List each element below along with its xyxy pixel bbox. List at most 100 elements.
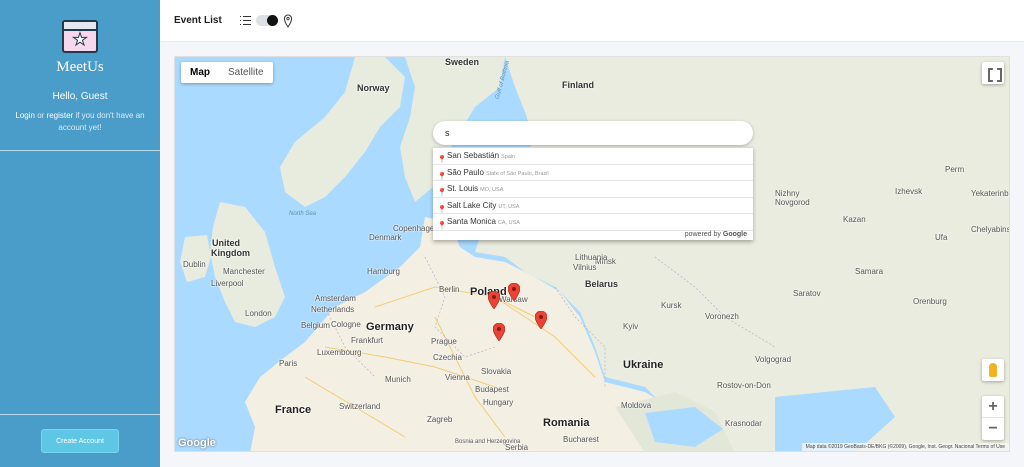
suggestion-item[interactable]: 📍 São Paulo State of São Paulo, Brazil — [433, 165, 753, 181]
label-liverpool: Liverpool — [211, 279, 244, 288]
suggestion-item[interactable]: 📍 San Sebastián Spain — [433, 148, 753, 165]
label-voronezh: Voronezh — [705, 312, 739, 321]
register-link[interactable]: register — [47, 111, 74, 120]
label-germany: Germany — [366, 321, 414, 333]
suggestion-item[interactable]: 📍 Salt Lake City UT, USA — [433, 198, 753, 214]
label-serbia: Serbia — [505, 443, 529, 452]
suggestion-main: Santa Monica — [447, 217, 496, 226]
street-view-pegman-icon[interactable] — [982, 359, 1004, 381]
label-cologne: Cologne — [331, 320, 361, 329]
label-samara: Samara — [855, 267, 884, 276]
suggestion-secondary: UT, USA — [498, 203, 520, 210]
label-london: London — [245, 309, 272, 318]
label-kazan: Kazan — [843, 215, 866, 224]
view-toggle[interactable] — [256, 15, 278, 26]
label-czechia: Czechia — [433, 353, 462, 362]
label-hungary: Hungary — [483, 398, 514, 407]
page-title: Event List — [174, 15, 222, 26]
suggestion-main: Salt Lake City — [447, 200, 497, 210]
suggestion-secondary: State of São Paulo, Brazil — [485, 170, 549, 177]
fullscreen-icon[interactable] — [982, 62, 1004, 84]
zoom-out-button[interactable]: − — [982, 418, 1004, 440]
location-search-input[interactable]: s — [433, 121, 753, 145]
label-budapest: Budapest — [475, 385, 509, 394]
auth-or-text: or — [34, 111, 47, 120]
label-izhevsk: Izhevsk — [895, 187, 923, 196]
label-vilnius: Vilnius — [573, 263, 597, 272]
label-switzerland: Switzerland — [339, 402, 381, 411]
sidebar: ★ MeetUs Hello, Guest Login or register … — [0, 0, 160, 467]
label-moldova: Moldova — [621, 401, 652, 410]
suggestion-main: San Sebastián — [447, 151, 500, 160]
label-dublin: Dublin — [183, 260, 206, 269]
label-kyiv: Kyiv — [623, 322, 639, 331]
zoom-control: + − — [982, 396, 1004, 440]
label-ukraine: Ukraine — [623, 359, 664, 371]
label-norway: Norway — [357, 83, 390, 93]
label-slovakia: Slovakia — [481, 367, 512, 376]
suggestion-main: São Paulo — [447, 167, 484, 177]
calendar-star-logo-icon: ★ — [62, 20, 98, 53]
event-marker[interactable] — [493, 323, 505, 341]
create-account-button[interactable]: Create Account — [41, 429, 119, 453]
map-tab[interactable]: Map — [181, 62, 219, 83]
login-link[interactable]: Login — [15, 111, 35, 120]
label-belarus: Belarus — [585, 279, 619, 289]
label-munich: Munich — [385, 375, 411, 384]
label-perm: Perm — [945, 165, 965, 174]
greeting: Hello, Guest — [52, 91, 108, 102]
label-finland: Finland — [562, 80, 594, 90]
label-saratov: Saratov — [793, 289, 821, 298]
satellite-tab[interactable]: Satellite — [219, 62, 273, 83]
suggestion-item[interactable]: 📍 Santa Monica CA, USA — [433, 214, 753, 231]
label-sweden: Sweden — [445, 57, 480, 67]
label-ufa: Ufa — [935, 233, 948, 242]
auth-prompt: Login or register if you don't have an a… — [10, 110, 150, 134]
label-nizhny-novgorod: Nizhny Novgorod — [775, 189, 810, 207]
label-zagreb: Zagreb — [427, 415, 453, 424]
suggestion-item[interactable]: 📍 St. Louis MO, USA — [433, 181, 753, 198]
label-frankfurt: Frankfurt — [351, 336, 384, 345]
suggestion-secondary: MO, USA — [480, 187, 504, 193]
zoom-in-button[interactable]: + — [982, 396, 1004, 418]
list-view-icon[interactable] — [240, 16, 251, 25]
suggestion-secondary: Spain — [501, 154, 516, 160]
toggle-knob — [267, 15, 278, 26]
autocomplete-dropdown: 📍 San Sebastián Spain 📍 São Paulo State of S… — [433, 147, 753, 240]
label-vienna: Vienna — [445, 373, 470, 382]
label-prague: Prague — [431, 337, 457, 346]
event-marker[interactable] — [488, 291, 500, 309]
powered-by-google: powered by Google — [685, 231, 747, 238]
label-orenburg: Orenburg — [913, 297, 947, 306]
label-belgium: Belgium — [301, 321, 330, 330]
map-type-control: Map Satellite — [181, 62, 273, 83]
label-berlin: Berlin — [439, 285, 460, 294]
map-canvas[interactable]: Sweden Norway Finland North Sea Gulf of … — [174, 56, 1010, 452]
sidebar-divider-bottom — [0, 414, 160, 415]
label-volgograd: Volgograd — [755, 355, 792, 364]
event-marker[interactable] — [535, 311, 547, 329]
label-luxembourg: Luxembourg — [317, 348, 362, 357]
brand-name: MeetUs — [56, 59, 104, 75]
powered-by-text: powered by — [684, 231, 721, 238]
label-krasnodar: Krasnodar — [725, 419, 762, 428]
map-copyright[interactable]: Map data ©2019 GeoBasis-DE/BKG (©2009), … — [801, 443, 1009, 451]
label-kursk: Kursk — [661, 301, 682, 310]
label-hamburg: Hamburg — [367, 267, 400, 276]
label-lithuania: Lithuania — [575, 253, 608, 262]
label-amsterdam: Amsterdam — [315, 294, 356, 303]
label-bucharest: Bucharest — [563, 435, 600, 444]
top-bar: Event List — [160, 0, 1024, 42]
label-france: France — [275, 404, 312, 416]
powered-by-brand: Google — [722, 231, 747, 238]
sidebar-divider-top — [0, 150, 160, 151]
map-view-pin-icon[interactable] — [283, 14, 293, 28]
suggestion-main: St. Louis — [447, 184, 479, 193]
google-logo: Google — [178, 437, 216, 449]
label-copenhagen: Copenhagen — [393, 224, 439, 233]
label-romania: Romania — [543, 417, 590, 429]
label-manchester: Manchester — [223, 267, 265, 276]
label-denmark: Denmark — [369, 233, 402, 242]
event-marker[interactable] — [508, 283, 520, 301]
label-united-kingdom: United Kingdom — [211, 238, 250, 258]
